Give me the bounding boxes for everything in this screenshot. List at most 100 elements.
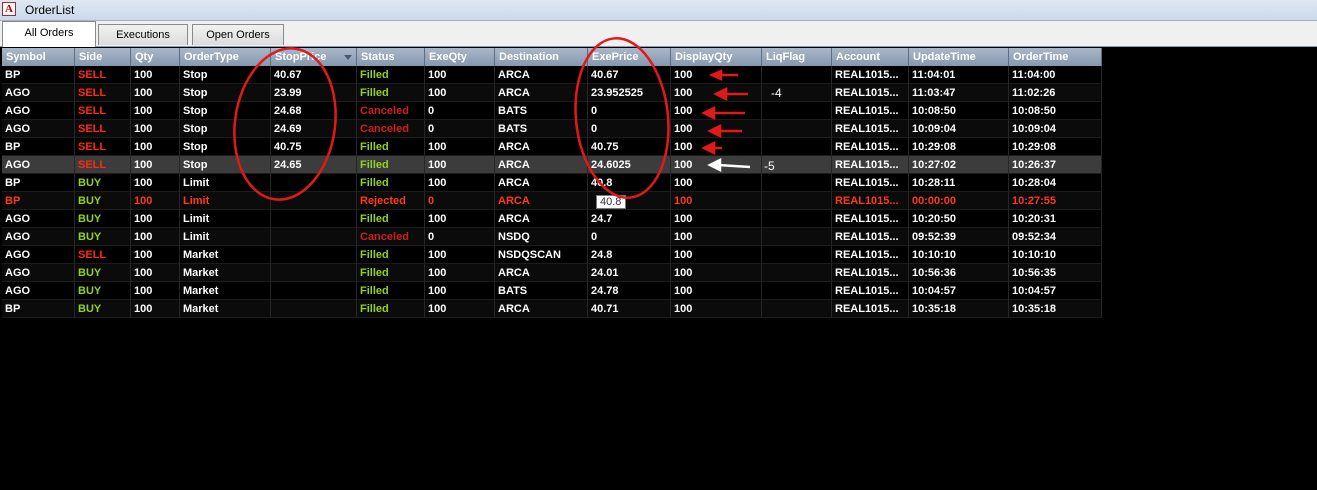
cell-exeprice: 24.78 — [588, 282, 671, 300]
cell-exeqty: 100 — [425, 138, 495, 156]
column-header-updatetime[interactable]: UpdateTime — [909, 48, 1009, 66]
annotation-note-a: -4 — [771, 86, 782, 100]
cell-symbol: AGO — [2, 84, 75, 102]
cell-ordertype: Stop — [180, 102, 271, 120]
cell-qty: 100 — [131, 246, 180, 264]
cell-qty: 100 — [131, 282, 180, 300]
cell-status: Filled — [357, 246, 425, 264]
column-header-ordertime[interactable]: OrderTime — [1009, 48, 1102, 66]
cell-updatetime: 10:35:18 — [909, 300, 1009, 318]
cell-displayqty: 100 — [671, 120, 762, 138]
cell-status: Filled — [357, 264, 425, 282]
cell-exeqty: 0 — [425, 120, 495, 138]
cell-ordertype: Limit — [180, 210, 271, 228]
cell-stopprice: 24.68 — [271, 102, 357, 120]
cell-stopprice: 40.75 — [271, 138, 357, 156]
annotation-note-b: -5 — [764, 159, 775, 173]
cell-status: Filled — [357, 156, 425, 174]
column-header-stopprice[interactable]: StopPrice — [271, 48, 357, 66]
cell-exeprice: 0 — [588, 228, 671, 246]
cell-destination: ARCA — [495, 264, 588, 282]
table-row[interactable]: BP BUY 100 Limit Filled 100 ARCA 40.8 100 REAL101… — [2, 174, 1102, 192]
cell-liqflag — [762, 120, 832, 138]
cell-qty: 100 — [131, 102, 180, 120]
cell-destination: ARCA — [495, 84, 588, 102]
cell-account: REAL1015... — [832, 102, 909, 120]
cell-ordertype: Market — [180, 300, 271, 318]
cell-exeqty: 100 — [425, 156, 495, 174]
column-header-status[interactable]: Status — [357, 48, 425, 66]
cell-exeqty: 100 — [425, 282, 495, 300]
cell-ordertype: Market — [180, 282, 271, 300]
cell-exeqty: 100 — [425, 264, 495, 282]
table-row[interactable]: AGO BUY 100 Market Filled 100 BATS 24.78 100 REAL… — [2, 282, 1102, 300]
cell-updatetime: 11:04:01 — [909, 66, 1009, 84]
cell-updatetime: 10:04:57 — [909, 282, 1009, 300]
column-header-qty[interactable]: Qty — [131, 48, 180, 66]
cell-status: Filled — [357, 210, 425, 228]
column-header-account[interactable]: Account — [832, 48, 909, 66]
cell-symbol: AGO — [2, 264, 75, 282]
column-header-displayqty[interactable]: DisplayQty — [671, 48, 762, 66]
cell-updatetime: 00:00:00 — [909, 192, 1009, 210]
table-row[interactable]: AGO BUY 100 Limit Filled 100 ARCA 24.7 100 REAL10… — [2, 210, 1102, 228]
cell-displayqty: 100 — [671, 174, 762, 192]
cell-exeqty: 100 — [425, 66, 495, 84]
cell-side: SELL — [75, 66, 131, 84]
cell-displayqty: 100 — [671, 228, 762, 246]
cell-side: SELL — [75, 120, 131, 138]
table-row[interactable]: BP SELL 100 Stop 40.67 Filled 100 ARCA 40.67 100 R… — [2, 66, 1102, 84]
cell-ordertime: 10:04:57 — [1009, 282, 1102, 300]
cell-liqflag — [762, 228, 832, 246]
title-bar: A OrderList — [0, 0, 1317, 21]
table-row[interactable]: AGO BUY 100 Market Filled 100 ARCA 24.01 100 REAL… — [2, 264, 1102, 282]
tab-open-orders[interactable]: Open Orders — [192, 24, 284, 45]
cell-ordertime: 10:28:04 — [1009, 174, 1102, 192]
cell-displayqty: 100 — [671, 156, 762, 174]
cell-stopprice — [271, 264, 357, 282]
cell-exeprice: 40.67 — [588, 66, 671, 84]
cell-destination: NSDQSCAN — [495, 246, 588, 264]
table-row[interactable]: AGO BUY 100 Limit Canceled 0 NSDQ 0 100 REAL1015.… — [2, 228, 1102, 246]
cell-displayqty: 100 — [671, 246, 762, 264]
column-header-symbol[interactable]: Symbol — [2, 48, 75, 66]
column-header-side[interactable]: Side — [75, 48, 131, 66]
cell-exeprice: 23.952525 — [588, 84, 671, 102]
cell-status: Filled — [357, 174, 425, 192]
cell-stopprice: 40.67 — [271, 66, 357, 84]
cell-qty: 100 — [131, 138, 180, 156]
table-row[interactable]: AGO SELL 100 Stop 24.68 Canceled 0 BATS 0 100 REAL… — [2, 102, 1102, 120]
cell-ordertype: Stop — [180, 84, 271, 102]
table-row[interactable]: AGO SELL 100 Stop 24.69 Canceled 0 BATS 0 100 REAL… — [2, 120, 1102, 138]
column-header-exeprice[interactable]: ExePrice — [588, 48, 671, 66]
column-header-ordertype[interactable]: OrderType — [180, 48, 271, 66]
table-row[interactable]: BP BUY 100 Market Filled 100 ARCA 40.71 100 REAL1… — [2, 300, 1102, 318]
cell-displayqty: 100 — [671, 264, 762, 282]
tab-all-orders[interactable]: All Orders — [2, 21, 96, 47]
cell-exeprice: 0 — [588, 120, 671, 138]
cell-updatetime: 10:56:36 — [909, 264, 1009, 282]
cell-ordertime: 10:09:04 — [1009, 120, 1102, 138]
cell-updatetime: 10:10:10 — [909, 246, 1009, 264]
cell-liqflag — [762, 102, 832, 120]
cell-stopprice — [271, 174, 357, 192]
column-header-destination[interactable]: Destination — [495, 48, 588, 66]
table-row[interactable]: AGO SELL 100 Market Filled 100 NSDQSCAN 24.8 100… — [2, 246, 1102, 264]
column-header-liqflag[interactable]: LiqFlag — [762, 48, 832, 66]
cell-ordertime: 10:56:35 — [1009, 264, 1102, 282]
table-row[interactable]: AGO SELL 100 Stop 23.99 Filled 100 ARCA 23.95252… — [2, 84, 1102, 102]
table-row[interactable]: AGO SELL 100 Stop 24.65 Filled 100 ARCA 24.6025 1… — [2, 156, 1102, 174]
cell-liqflag — [762, 246, 832, 264]
cell-destination: ARCA — [495, 300, 588, 318]
cell-displayqty: 100 — [671, 66, 762, 84]
cell-updatetime: 10:08:50 — [909, 102, 1009, 120]
tab-executions[interactable]: Executions — [98, 24, 188, 45]
cell-account: REAL1015... — [832, 120, 909, 138]
cell-ordertime: 11:02:26 — [1009, 84, 1102, 102]
cell-qty: 100 — [131, 66, 180, 84]
cell-status: Canceled — [357, 120, 425, 138]
table-row[interactable]: BP SELL 100 Stop 40.75 Filled 100 ARCA 40.75 100 R… — [2, 138, 1102, 156]
table-row[interactable]: BP BUY 100 Limit Rejected 0 ARCA 100 REAL1015...… — [2, 192, 1102, 210]
column-header-exeqty[interactable]: ExeQty — [425, 48, 495, 66]
cell-side: SELL — [75, 102, 131, 120]
